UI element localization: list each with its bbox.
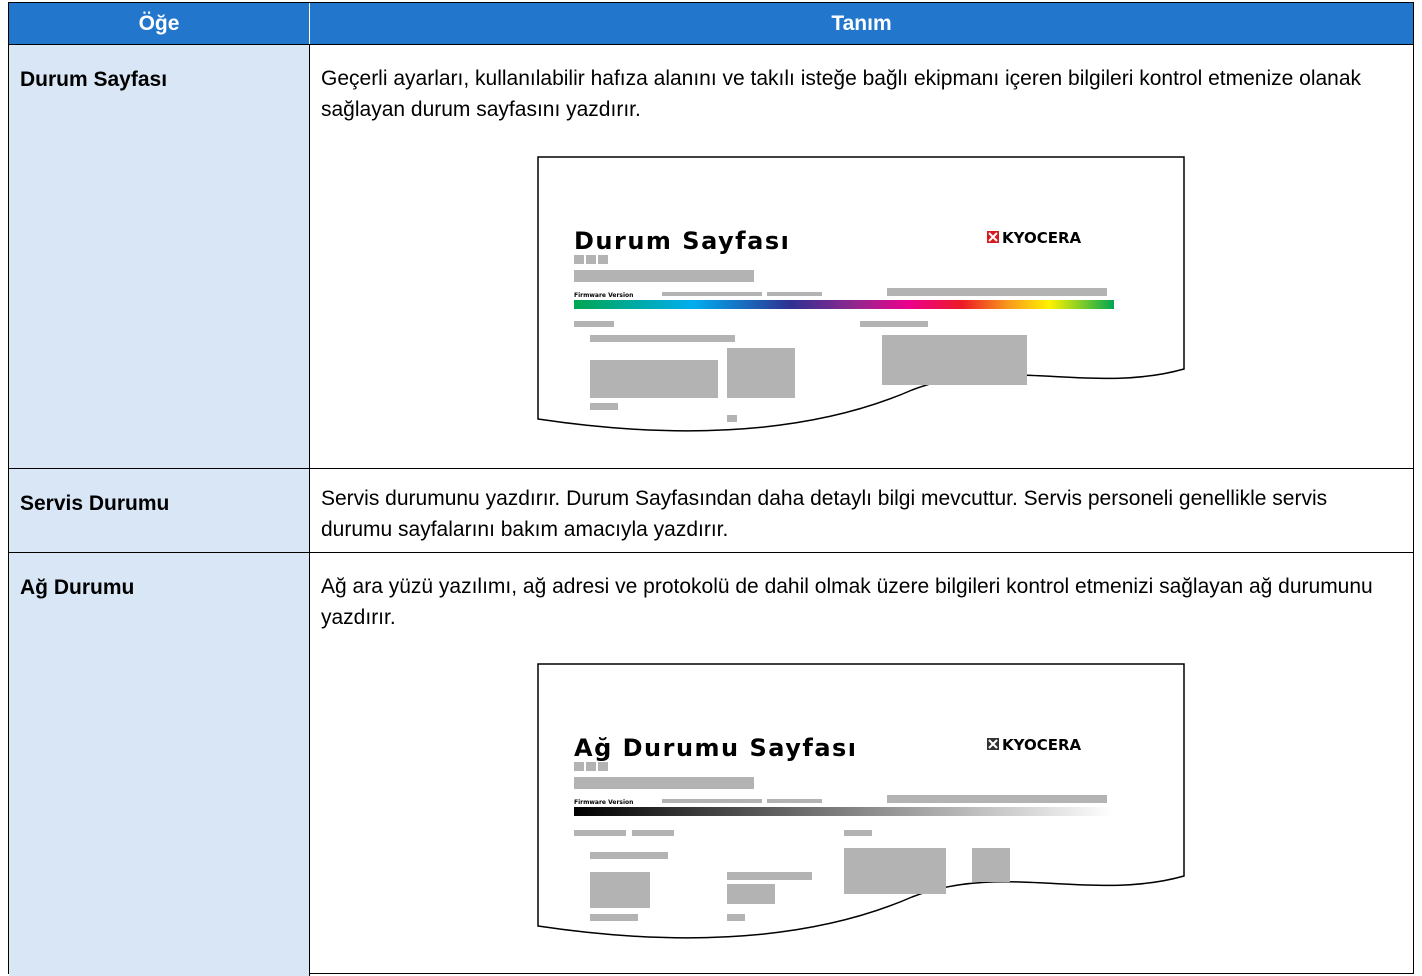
- firmware-label: Firmware Version: [574, 292, 633, 299]
- firmware-label: Firmware Version: [574, 799, 633, 806]
- item-label: Servis Durumu: [20, 492, 170, 515]
- color-spectrum-bar: [574, 300, 1114, 309]
- illustration-title: Durum Sayfası: [574, 227, 790, 255]
- report-table: Öğe Tanım Durum Sayfası Geçerli ayarları…: [8, 2, 1414, 976]
- header-definition-label: Tanım: [831, 12, 892, 35]
- item-label: Durum Sayfası: [20, 68, 168, 91]
- description-text: Geçerli ayarları, kullanılabilir hafıza …: [321, 67, 1362, 121]
- header-definition-cell: Tanım: [310, 3, 1413, 44]
- item-label: Ağ Durumu: [20, 576, 135, 599]
- table-header-row: Öğe Tanım: [9, 3, 1413, 44]
- table-row-service-status: Servis Durumu Servis durumunu yazdırır. …: [9, 468, 1413, 553]
- header-item-label: Öğe: [138, 12, 180, 35]
- table-row-network-status: Ağ Durumu Ağ ara yüzü yazılımı, ağ adres…: [9, 552, 1413, 976]
- description-text: Ağ ara yüzü yazılımı, ağ adresi ve proto…: [321, 575, 1373, 629]
- kyocera-logo-icon: KYOCERA: [987, 229, 1082, 247]
- description-text: Servis durumunu yazdırır. Durum Sayfasın…: [321, 487, 1328, 541]
- illustration-title: Ağ Durumu Sayfası: [574, 734, 858, 762]
- description-cell: Ağ ara yüzü yazılımı, ağ adresi ve proto…: [310, 553, 1413, 976]
- item-cell: Servis Durumu: [9, 469, 310, 553]
- description-cell: Geçerli ayarları, kullanılabilir hafıza …: [310, 45, 1413, 469]
- network-status-page-illustration: Ağ Durumu Sayfası KYOCERA Firmware Versi…: [537, 663, 1185, 939]
- item-cell: Durum Sayfası: [9, 45, 310, 469]
- kyocera-logo-icon: KYOCERA: [987, 736, 1082, 754]
- status-page-illustration: Durum Sayfası KYOCERA Firmware Version: [537, 156, 1185, 432]
- header-item-cell: Öğe: [9, 3, 310, 44]
- logo-text: KYOCERA: [1002, 229, 1082, 247]
- description-cell: Servis durumunu yazdırır. Durum Sayfasın…: [310, 469, 1413, 553]
- item-cell: Ağ Durumu: [9, 553, 310, 976]
- grayscale-gradient-bar: [574, 807, 1114, 816]
- logo-text: KYOCERA: [1002, 736, 1082, 754]
- table-row-status-page: Durum Sayfası Geçerli ayarları, kullanıl…: [9, 44, 1413, 469]
